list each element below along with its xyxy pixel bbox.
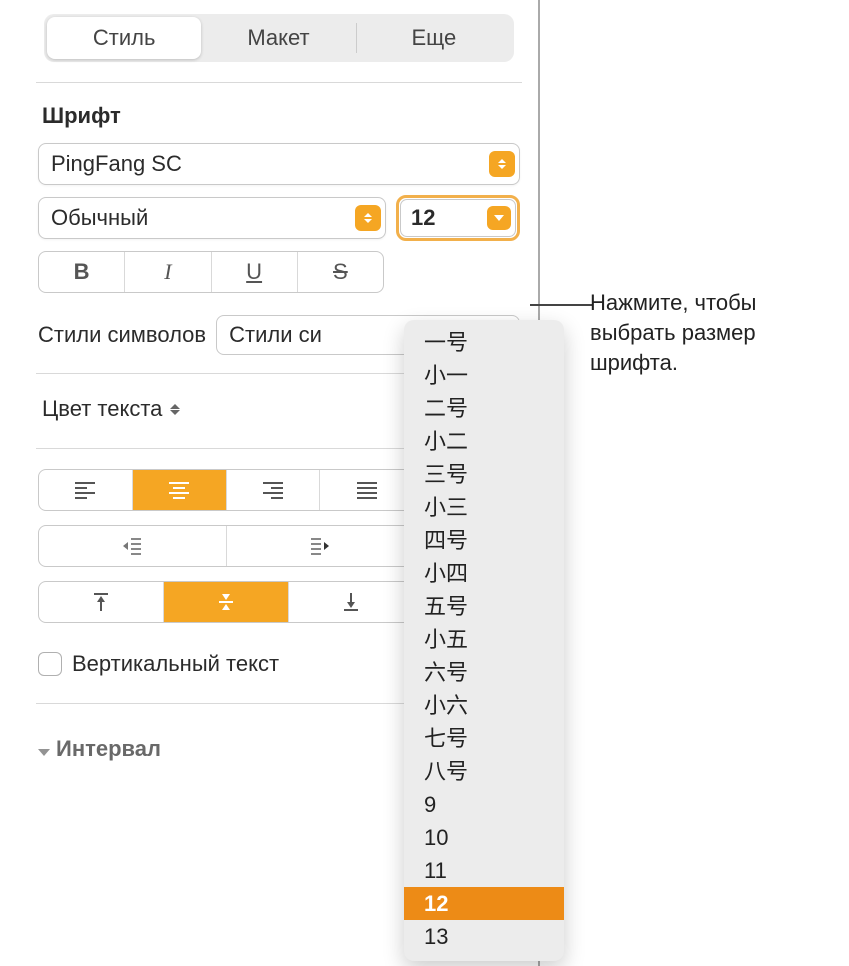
char-styles-label: Стили символов [38, 322, 206, 348]
outdent-button[interactable] [39, 526, 227, 566]
font-size-option[interactable]: 9 [404, 788, 564, 821]
font-size-option[interactable]: 五号 [404, 590, 564, 623]
italic-button[interactable]: I [125, 252, 211, 292]
font-size-option[interactable]: 二号 [404, 392, 564, 425]
tab-layout[interactable]: Макет [201, 17, 355, 59]
vertical-text-label: Вертикальный текст [72, 651, 279, 677]
triangle-down-icon [38, 749, 50, 756]
tab-more[interactable]: Еще [357, 17, 511, 59]
alignment-group [38, 469, 414, 511]
font-size-option[interactable]: 12 [404, 887, 564, 920]
underline-button[interactable]: U [212, 252, 298, 292]
valign-bottom-button[interactable] [289, 582, 413, 622]
bold-button[interactable]: B [39, 252, 125, 292]
font-size-option[interactable]: 10 [404, 821, 564, 854]
indent-group [38, 525, 414, 567]
font-weight-value: Обычный [51, 205, 355, 231]
interval-label: Интервал [56, 736, 161, 762]
divider [36, 82, 522, 83]
font-size-menu[interactable]: 一号小一二号小二三号小三四号小四五号小五六号小六七号八号910111213 [404, 320, 564, 961]
text-style-group: B I U S [38, 251, 384, 293]
font-size-option[interactable]: 小三 [404, 491, 564, 524]
updown-icon [168, 399, 182, 419]
font-size-option[interactable]: 三号 [404, 458, 564, 491]
align-center-button[interactable] [133, 470, 227, 510]
font-family-value: PingFang SC [51, 151, 489, 177]
font-size-option[interactable]: 四号 [404, 524, 564, 557]
font-section-label: Шрифт [42, 103, 520, 129]
font-size-option[interactable]: 六号 [404, 656, 564, 689]
font-size-value: 12 [411, 205, 487, 231]
callout-text: Нажмите, чтобы выбрать размер шрифта. [590, 288, 830, 378]
indent-button[interactable] [227, 526, 414, 566]
font-weight-popup[interactable]: Обычный [38, 197, 386, 239]
align-right-button[interactable] [227, 470, 321, 510]
font-family-popup[interactable]: PingFang SC [38, 143, 520, 185]
font-size-option[interactable]: 小二 [404, 425, 564, 458]
updown-icon [355, 205, 381, 231]
tab-style[interactable]: Стиль [47, 17, 201, 59]
align-left-button[interactable] [39, 470, 133, 510]
font-size-popup[interactable]: 12 [396, 195, 520, 241]
font-size-option[interactable]: 小四 [404, 557, 564, 590]
valign-top-button[interactable] [39, 582, 164, 622]
font-size-option[interactable]: 13 [404, 920, 564, 953]
vertical-text-checkbox[interactable] [38, 652, 62, 676]
chevron-down-icon [487, 206, 511, 230]
font-size-option[interactable]: 七号 [404, 722, 564, 755]
format-tabs[interactable]: Стиль Макет Еще [44, 14, 514, 62]
font-size-option[interactable]: 小六 [404, 689, 564, 722]
font-size-option[interactable]: 一号 [404, 326, 564, 359]
valign-middle-button[interactable] [164, 582, 289, 622]
text-color-label: Цвет текста [42, 396, 162, 422]
font-size-option[interactable]: 八号 [404, 755, 564, 788]
updown-icon [489, 151, 515, 177]
callout-line [530, 304, 592, 306]
font-size-option[interactable]: 小五 [404, 623, 564, 656]
font-size-option[interactable]: 小一 [404, 359, 564, 392]
align-justify-button[interactable] [320, 470, 413, 510]
strike-button[interactable]: S [298, 252, 383, 292]
font-size-option[interactable]: 11 [404, 854, 564, 887]
vertical-align-group [38, 581, 414, 623]
